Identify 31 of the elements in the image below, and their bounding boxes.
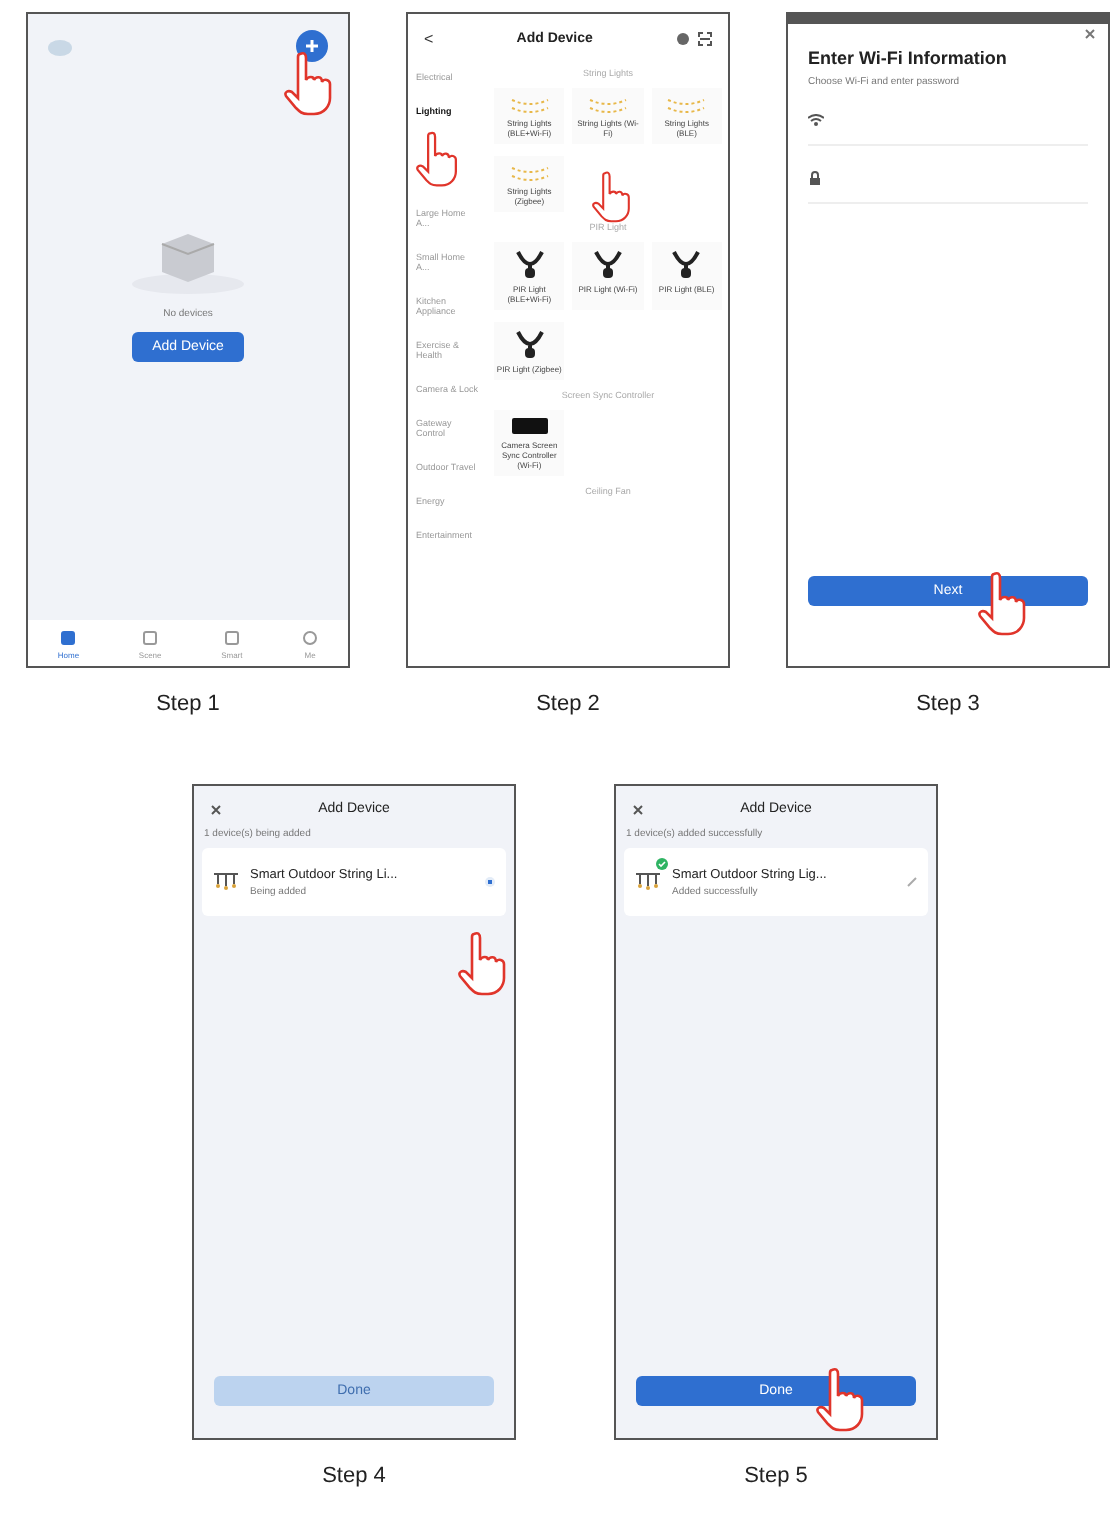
scan-icon[interactable]: [697, 32, 712, 46]
string-lights-icon: [212, 870, 240, 890]
string-lights-icon: [634, 870, 662, 890]
nav-icon: [142, 630, 159, 646]
nav-icon: [223, 630, 240, 646]
back-button[interactable]: <: [424, 30, 434, 48]
controller-box-icon: [509, 416, 550, 436]
circle-icon[interactable]: [675, 32, 690, 46]
step-caption: Step 2: [536, 692, 600, 716]
close-icon[interactable]: [210, 803, 222, 815]
lamp-icon: [513, 248, 546, 280]
close-icon[interactable]: [632, 803, 644, 815]
plus-icon: [304, 38, 320, 54]
close-icon[interactable]: [1084, 28, 1096, 40]
screen-title: Enter Wi-Fi Information: [808, 48, 1009, 68]
step-caption: Step 1: [156, 692, 220, 716]
nav-icon: [60, 630, 77, 646]
step-caption: Step 4: [322, 1464, 386, 1488]
string-lights-icon: [509, 94, 550, 114]
add-button[interactable]: [296, 30, 328, 62]
lock-icon: [808, 170, 822, 186]
step-caption: Step 5: [744, 1464, 808, 1488]
step-caption: Step 3: [916, 692, 980, 716]
string-lights-icon: [509, 162, 550, 182]
wifi-icon: [808, 114, 824, 126]
lamp-icon: [591, 248, 624, 280]
nav-icon: [302, 630, 319, 646]
lamp-icon: [513, 328, 546, 360]
string-lights-icon: [666, 94, 707, 114]
lamp-icon: [670, 248, 703, 280]
string-lights-icon: [587, 94, 628, 114]
